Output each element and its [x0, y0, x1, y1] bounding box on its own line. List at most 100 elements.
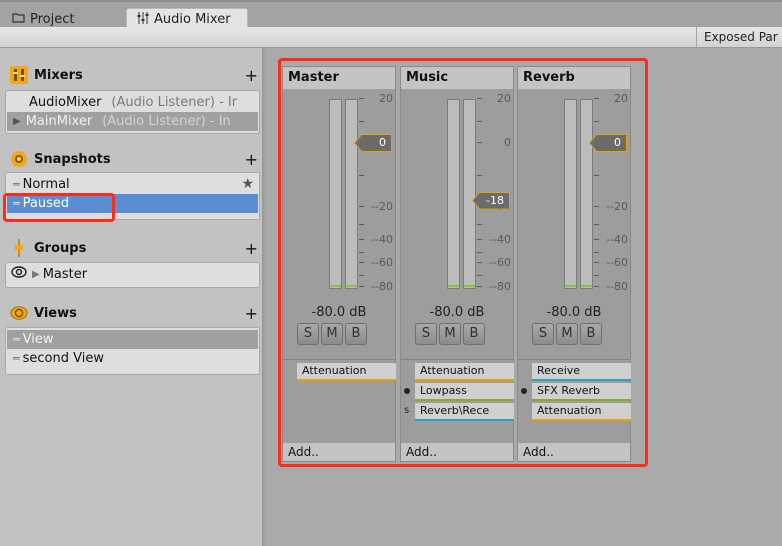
scale-tick: --80: [477, 281, 513, 293]
snapshot-item[interactable]: ═ Normal ★: [7, 175, 258, 194]
scale-tick: 20: [359, 93, 395, 105]
minor-tick: [594, 275, 599, 276]
add-group-button[interactable]: +: [245, 239, 258, 258]
solo-button[interactable]: S: [297, 323, 319, 345]
group-item[interactable]: ▶ Master: [7, 265, 258, 284]
level-meter-left: [564, 99, 577, 289]
effect-slot[interactable]: Receive: [532, 363, 631, 381]
drag-handle-icon[interactable]: ═: [13, 175, 20, 194]
scale-tick: --60: [359, 257, 395, 269]
snapshots-section-header: Snapshots +: [10, 148, 260, 170]
scale-tick: 20: [477, 93, 513, 105]
solo-button[interactable]: S: [415, 323, 437, 345]
mute-button[interactable]: M: [439, 323, 461, 345]
strip-title[interactable]: Music: [401, 67, 513, 89]
tick-mark: [359, 262, 364, 263]
tick-mark: [359, 239, 364, 240]
add-snapshot-button[interactable]: +: [245, 150, 258, 169]
visibility-eye-icon[interactable]: [11, 265, 27, 284]
tick-label: --60: [489, 256, 511, 269]
strip-title[interactable]: Master: [283, 67, 395, 89]
add-effect-button[interactable]: Add..: [401, 443, 513, 461]
effect-label: Attenuation: [537, 404, 602, 417]
add-view-button[interactable]: +: [245, 304, 258, 323]
effect-slot[interactable]: Reverb\Rece s: [404, 403, 514, 421]
tick-label: --20: [371, 200, 393, 213]
expand-triangle-icon[interactable]: ▶: [13, 112, 21, 131]
meter-level-bar: [464, 285, 475, 287]
strip-title[interactable]: Reverb: [518, 67, 630, 89]
mute-button[interactable]: M: [321, 323, 343, 345]
minor-tick: [594, 223, 599, 225]
mixer-sliders-icon: [137, 11, 149, 28]
minor-tick: [594, 121, 599, 122]
fader-value: 0: [355, 135, 391, 151]
tick-label: --60: [371, 256, 393, 269]
mixers-list: AudioMixer (Audio Listener) - Ir ▶ MainM…: [5, 90, 260, 134]
view-item[interactable]: ═ second View: [7, 349, 258, 368]
scale-tick: --60: [594, 257, 630, 269]
tick-label: 0: [504, 136, 511, 149]
bypass-button[interactable]: B: [345, 323, 367, 345]
exposed-parameters-dropdown[interactable]: Exposed Par: [696, 27, 782, 47]
effect-label: Lowpass: [420, 384, 467, 397]
tick-mark: [477, 142, 482, 143]
effect-slot[interactable]: Attenuation: [297, 363, 396, 381]
minor-tick: [477, 275, 482, 276]
effect-label: Attenuation: [302, 364, 367, 377]
solo-button[interactable]: S: [532, 323, 554, 345]
mixer-icon: [10, 66, 28, 84]
groups-list: ▶ Master: [5, 262, 260, 288]
mixer-sidebar: Mixers + AudioMixer (Audio Listener) - I…: [0, 48, 264, 546]
minor-tick: [594, 175, 599, 176]
effect-slot[interactable]: SFX Reverb: [521, 383, 631, 401]
folder-icon: [12, 12, 25, 27]
add-effect-button[interactable]: Add..: [518, 443, 630, 461]
minor-tick: [359, 275, 364, 276]
add-mixer-button[interactable]: +: [245, 66, 258, 85]
volume-fader-handle[interactable]: 0: [589, 134, 627, 152]
tick-mark: [594, 98, 599, 99]
bypass-button[interactable]: B: [463, 323, 485, 345]
mute-button[interactable]: M: [556, 323, 578, 345]
drag-handle-icon[interactable]: ═: [13, 330, 20, 349]
tick-mark: [359, 286, 364, 287]
bypass-button[interactable]: B: [580, 323, 602, 345]
level-meter-right: [345, 99, 358, 289]
view-name: second View: [22, 351, 104, 366]
minor-tick: [477, 175, 482, 176]
effect-slot[interactable]: Lowpass: [404, 383, 514, 401]
effect-slot[interactable]: Attenuation: [415, 363, 514, 381]
level-readout: -80.0 dB: [546, 305, 602, 320]
strip-buttons: SMB: [415, 323, 485, 345]
mixer-item[interactable]: ▶ MainMixer (Audio Listener) - In: [7, 112, 258, 131]
expand-triangle-icon[interactable]: ▶: [32, 265, 40, 284]
tick-mark: [594, 206, 599, 207]
star-icon[interactable]: ★: [241, 175, 254, 194]
view-item[interactable]: ═ View: [7, 330, 258, 349]
tick-label: --80: [371, 280, 393, 293]
minor-tick: [477, 223, 482, 225]
level-meter-left: [447, 99, 460, 289]
snapshot-item[interactable]: ═ Paused: [7, 194, 258, 213]
volume-fader-handle[interactable]: 0: [354, 134, 392, 152]
mixer-item[interactable]: AudioMixer (Audio Listener) - Ir: [7, 93, 258, 112]
tick-label: 20: [379, 92, 393, 105]
snapshots-title: Snapshots: [34, 151, 111, 167]
tick-label: --40: [489, 233, 511, 246]
effect-slot[interactable]: Attenuation: [532, 403, 631, 421]
snapshot-name: Normal: [22, 177, 70, 192]
scale-tick: --40: [594, 234, 630, 246]
strip-buttons: SMB: [532, 323, 602, 345]
scale-tick: 0: [477, 137, 513, 149]
minor-tick: [359, 121, 364, 122]
tick-mark: [594, 262, 599, 263]
volume-fader-handle[interactable]: -18: [472, 191, 510, 210]
group-name: Master: [42, 267, 88, 282]
add-effect-button[interactable]: Add..: [283, 443, 395, 461]
drag-handle-icon[interactable]: ═: [13, 194, 20, 213]
scale-tick: --20: [594, 201, 630, 213]
wet-mix-dot-icon: [404, 388, 410, 394]
channel-strip-music: Music200--20--40--60--80-18-80.0 dBSMBAt…: [400, 66, 514, 462]
drag-handle-icon[interactable]: ═: [13, 349, 20, 368]
